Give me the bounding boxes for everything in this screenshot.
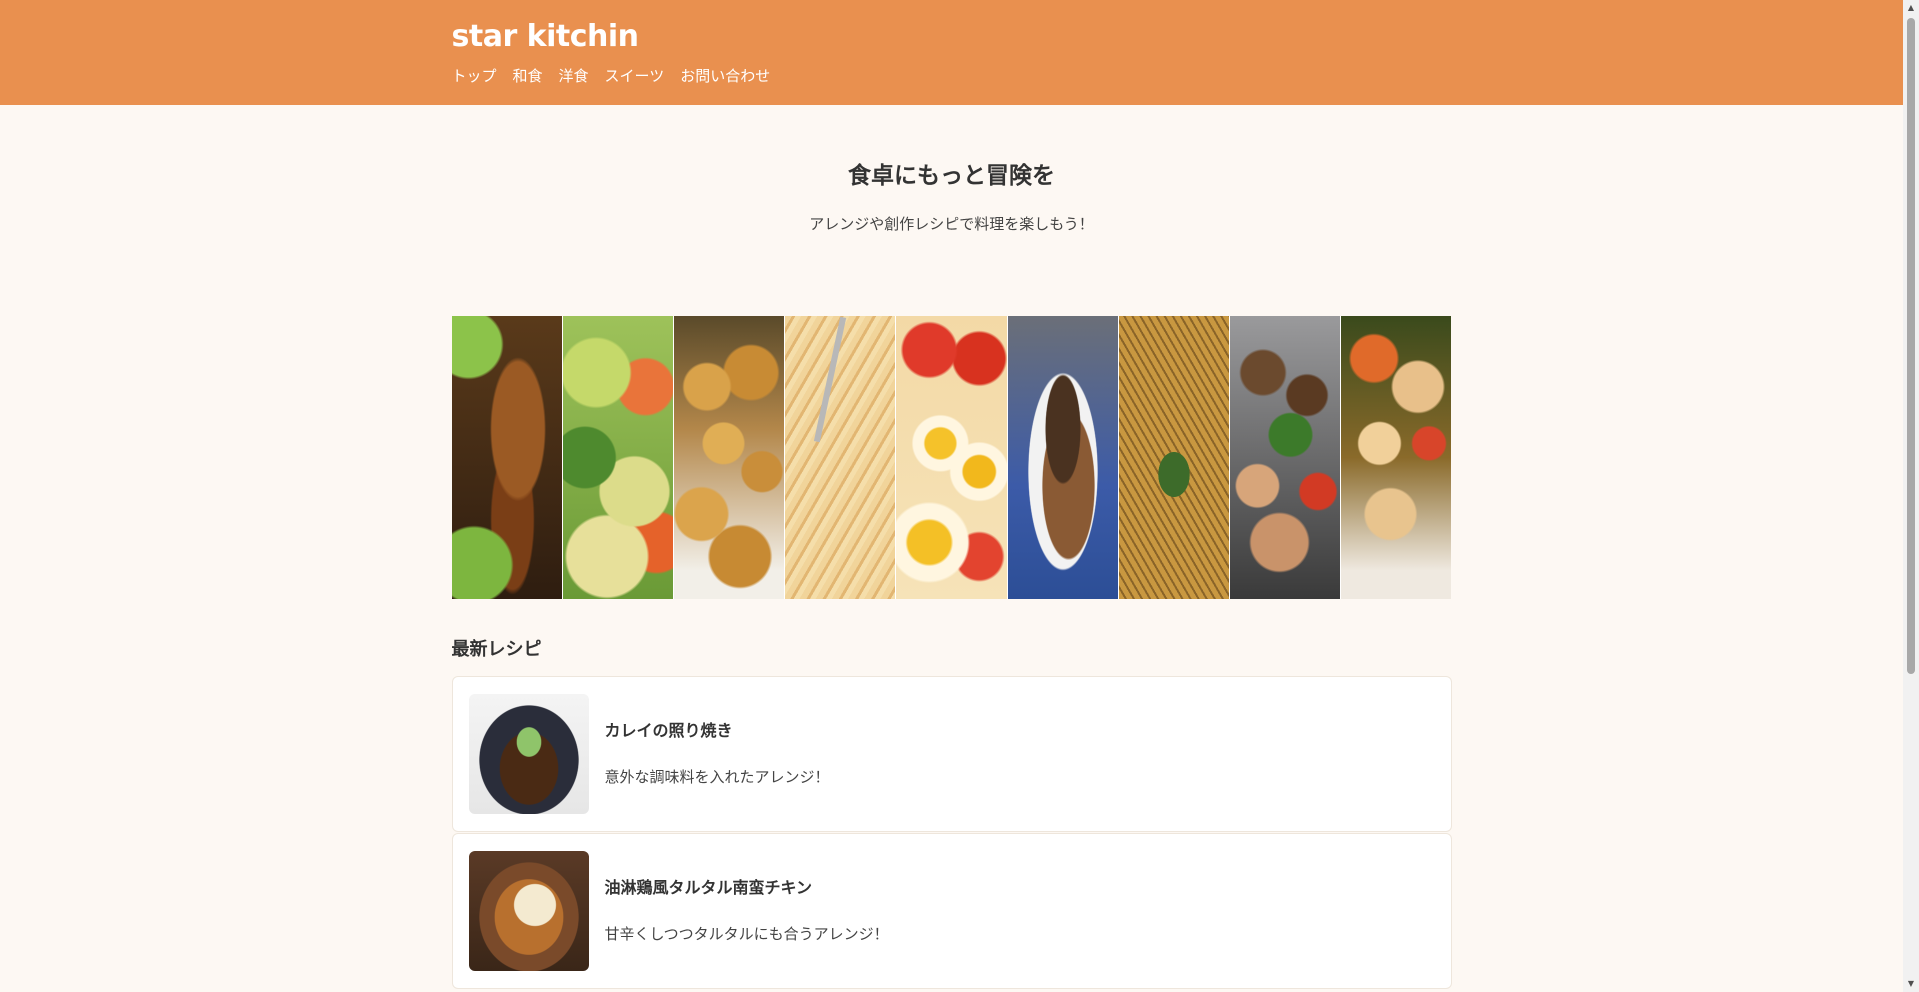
hero: 食卓にもっと冒険を アレンジや創作レシピで料理を楽しもう！ [452,105,1452,316]
scroll-down-arrow-icon[interactable]: ▼ [1903,976,1919,992]
site-logo[interactable]: star kitchin [452,18,1452,56]
recipe-title[interactable]: 油淋鶏風タルタル南蛮チキン [605,877,889,899]
teriyaki-flounder-photo [468,694,589,814]
latest-recipes-heading: 最新レシピ [451,639,542,660]
hasselback-potatoes-photo [1118,316,1231,599]
recipe-description: 甘辛くしつつタルタルにも合うアレンジ！ [604,925,889,943]
recipe-description: 意外な調味料を入れたアレンジ！ [604,768,830,786]
chicken-skewers-photo [1341,316,1452,599]
recipe-card[interactable]: カレイの照り焼き 意外な調味料を入れたアレンジ！ [451,676,1452,832]
vertical-scrollbar[interactable]: ▲ ▼ [1903,0,1919,992]
hero-title: 食卓にもっと冒険を [848,163,1055,189]
nav-link-sweets[interactable]: スイーツ [605,66,665,86]
nav-link-japanese[interactable]: 和食 [513,66,543,86]
tartar-nanban-chicken-photo [468,851,589,971]
nav-link-top[interactable]: トップ [452,66,497,86]
steamed-vegetables-photo [562,316,674,599]
main-nav: トップ 和食 洋食 スイーツ お問い合わせ [452,66,1452,86]
roasted-potatoes-photo [673,316,786,599]
nav-link-western[interactable]: 洋食 [559,66,589,86]
page: star kitchin トップ 和食 洋食 スイーツ お問い合わせ 食卓にもっ… [0,0,1903,992]
hero-subtitle: アレンジや創作レシピで料理を楽しもう！ [809,215,1094,233]
pasta-fork-photo [785,316,897,599]
recipe-card[interactable]: 油淋鶏風タルタル南蛮チキン 甘辛くしつつタルタルにも合うアレンジ！ [451,833,1452,989]
nav-link-contact[interactable]: お問い合わせ [680,66,770,86]
roast-chicken-photo [451,316,563,599]
recipe-body: 油淋鶏風タルタル南蛮チキン 甘辛くしつつタルタルにも合うアレンジ！ [605,877,889,945]
mushroom-grain-bowl-photo [1007,316,1119,599]
recipe-body: カレイの照り焼き 意外な調味料を入れたアレンジ！ [605,720,830,788]
recipe-title[interactable]: カレイの照り焼き [605,720,830,742]
food-banner [451,316,1452,599]
scrollbar-thumb[interactable] [1907,18,1915,674]
header-inner: star kitchin トップ 和食 洋食 スイーツ お問い合わせ [452,0,1452,86]
site-header: star kitchin トップ 和食 洋食 スイーツ お問い合わせ [0,0,1903,105]
chicken-mushroom-stir-fry-photo [1230,316,1342,599]
main-content: 食卓にもっと冒険を アレンジや創作レシピで料理を楽しもう！ 最新レシピ カレイの… [451,105,1452,989]
egg-tomato-pan-photo [896,316,1008,599]
scroll-up-arrow-icon[interactable]: ▲ [1903,0,1919,16]
